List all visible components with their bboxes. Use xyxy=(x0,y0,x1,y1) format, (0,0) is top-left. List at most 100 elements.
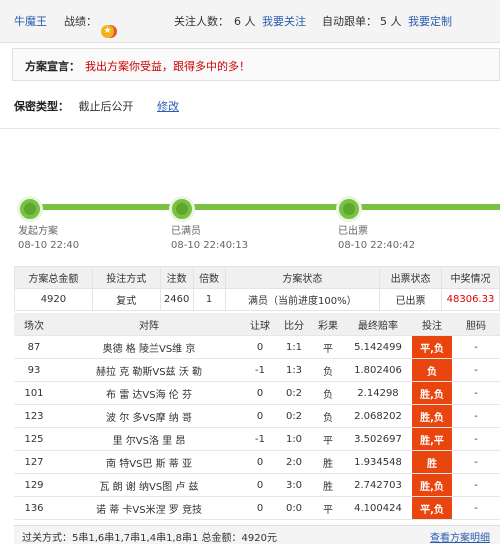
matches-table: 场次 对阵 让球 比分 彩果 最终赔率 投注 胆码 87 奥德 格 陵兰VS维 京… xyxy=(14,313,500,520)
cell: 2.742703 xyxy=(344,473,412,497)
header-cell: 方案总金额 xyxy=(14,266,93,289)
header-cell: 方案状态 xyxy=(224,266,381,289)
cell: 奥德 格 陵兰VS维 京 xyxy=(54,335,244,359)
bet-cell: 平,负 xyxy=(412,335,452,359)
custom-link[interactable]: 我要定制 xyxy=(408,13,452,29)
cell: 0 xyxy=(244,381,276,405)
step-time: 08-10 22:40:42 xyxy=(338,240,416,251)
progress-dot xyxy=(17,196,43,222)
auto-follow-label: 自动跟单： xyxy=(322,15,377,28)
followers-label: 关注人数： xyxy=(174,15,229,28)
footer-bar: 过关方式：5串1,6串1,7串1,4串1,8串1 总金额：4920元 查看方案明… xyxy=(14,525,500,544)
cell: 4920 xyxy=(14,288,93,311)
followers-count: 6 人 xyxy=(234,15,256,28)
cell: 2.14298 xyxy=(344,381,412,405)
cell: 0 xyxy=(244,496,276,520)
bet-cell: 平,负 xyxy=(412,496,452,520)
header-cell: 对阵 xyxy=(54,313,244,336)
progress-step: 发起方案 08-10 22:40 xyxy=(18,225,79,253)
cell: 136 xyxy=(14,496,54,520)
header-cell: 中奖情况 xyxy=(440,266,500,289)
matches-header: 场次 对阵 让球 比分 彩果 最终赔率 投注 胆码 xyxy=(14,313,500,336)
cell: 0:2 xyxy=(276,404,312,428)
cell: 已出票 xyxy=(379,288,442,311)
header-cell: 彩果 xyxy=(312,313,344,336)
cell: 1:0 xyxy=(276,427,312,451)
cell: - xyxy=(452,450,500,474)
username[interactable]: 牛魔王 xyxy=(14,13,47,29)
cell: 0:0 xyxy=(276,496,312,520)
cell: 诺 蒂 卡VS米涅 罗 竞技 xyxy=(54,496,244,520)
declaration-text: 我出方案你受益，跟得多中的多！ xyxy=(85,60,250,73)
header-cell: 投注 xyxy=(412,313,452,336)
progress-track xyxy=(22,204,500,210)
step-time: 08-10 22:40 xyxy=(18,240,80,251)
cell: - xyxy=(452,427,500,451)
table-row: 127 南 特VS巴 斯 蒂 亚 0 2:0 胜 1.934548 胜 - xyxy=(14,450,500,474)
follow-link[interactable]: 我要关注 xyxy=(262,13,306,29)
cell: - xyxy=(452,473,500,497)
declaration-label: 方案宣言： xyxy=(25,60,80,73)
header-cell: 注数 xyxy=(159,266,194,289)
edit-link[interactable]: 修改 xyxy=(157,100,179,113)
cell: 1.934548 xyxy=(344,450,412,474)
cell: - xyxy=(452,496,500,520)
cell: 2.068202 xyxy=(344,404,412,428)
header-cell: 出票状态 xyxy=(379,266,442,289)
cell: 平 xyxy=(312,427,344,451)
bet-cell: 胜,负 xyxy=(412,381,452,405)
summary-row: 4920 复式 2460 1 满员（当前进度100%） 已出票 48306.33 xyxy=(14,288,500,311)
header-cell: 投注方式 xyxy=(91,266,161,289)
divider xyxy=(0,128,500,129)
cell: 0 xyxy=(244,335,276,359)
summary-header: 方案总金额 投注方式 注数 倍数 方案状态 出票状态 中奖情况 xyxy=(14,266,500,289)
table-row: 129 瓦 朗 谢 纳VS图 卢 兹 0 3:0 胜 2.742703 胜,负 - xyxy=(14,473,500,497)
cell: 2460 xyxy=(159,288,194,311)
privacy-value: 截止后公开 xyxy=(78,100,134,113)
cell: 3.502697 xyxy=(344,427,412,451)
cell: -1 xyxy=(244,427,276,451)
header-cell: 胆码 xyxy=(452,313,500,336)
cell: 满员（当前进度100%） xyxy=(224,288,381,311)
bet-cell: 胜,平 xyxy=(412,427,452,451)
cell: 胜 xyxy=(312,473,344,497)
cell: - xyxy=(452,404,500,428)
table-row: 123 波 尔 多VS摩 纳 哥 0 0:2 负 2.068202 胜,负 - xyxy=(14,404,500,428)
cell: 平 xyxy=(312,335,344,359)
cell: 0:2 xyxy=(276,381,312,405)
cell: 123 xyxy=(14,404,54,428)
cell: 负 xyxy=(312,404,344,428)
cell: 2:0 xyxy=(276,450,312,474)
cell: 0 xyxy=(244,473,276,497)
progress-step: 已满员 08-10 22:40:13 xyxy=(171,225,248,253)
cell: 1.802406 xyxy=(344,358,412,382)
cell: 87 xyxy=(14,335,54,359)
cell: 胜 xyxy=(312,450,344,474)
cell: 0 xyxy=(244,450,276,474)
view-details-link[interactable]: 查看方案明细 xyxy=(430,529,490,544)
privacy-row: 保密类型： 截止后公开 修改 xyxy=(14,98,179,114)
cell: 0 xyxy=(244,404,276,428)
bet-cell: 胜,负 xyxy=(412,404,452,428)
header-bar: 牛魔王 战绩： ♛★ 关注人数： 6 人 我要关注 自动跟单： 5 人 我要定制 xyxy=(0,0,500,43)
step-label: 已满员 xyxy=(171,226,201,237)
table-row: 136 诺 蒂 卡VS米涅 罗 竞技 0 0:0 平 4.100424 平,负 - xyxy=(14,496,500,520)
bet-cell: 负 xyxy=(412,358,452,382)
header-cell: 场次 xyxy=(14,313,54,336)
cell: - xyxy=(452,381,500,405)
cell: 1:3 xyxy=(276,358,312,382)
prize-cell: 48306.33 xyxy=(440,288,500,311)
cell: 波 尔 多VS摩 纳 哥 xyxy=(54,404,244,428)
table-row: 101 布 雷 达VS海 伦 芬 0 0:2 负 2.14298 胜,负 - xyxy=(14,381,500,405)
header-cell: 倍数 xyxy=(192,266,226,289)
step-time: 08-10 22:40:13 xyxy=(171,240,249,251)
cell: 1 xyxy=(192,288,226,311)
record-label: 战绩： xyxy=(64,15,97,28)
cell: - xyxy=(452,358,500,382)
table-row: 93 赫拉 克 勒斯VS兹 沃 勒 -1 1:3 负 1.802406 负 - xyxy=(14,358,500,382)
cell: 125 xyxy=(14,427,54,451)
cell: 5.142499 xyxy=(344,335,412,359)
cell: 南 特VS巴 斯 蒂 亚 xyxy=(54,450,244,474)
table-row: 87 奥德 格 陵兰VS维 京 0 1:1 平 5.142499 平,负 - xyxy=(14,335,500,359)
cell: 平 xyxy=(312,496,344,520)
